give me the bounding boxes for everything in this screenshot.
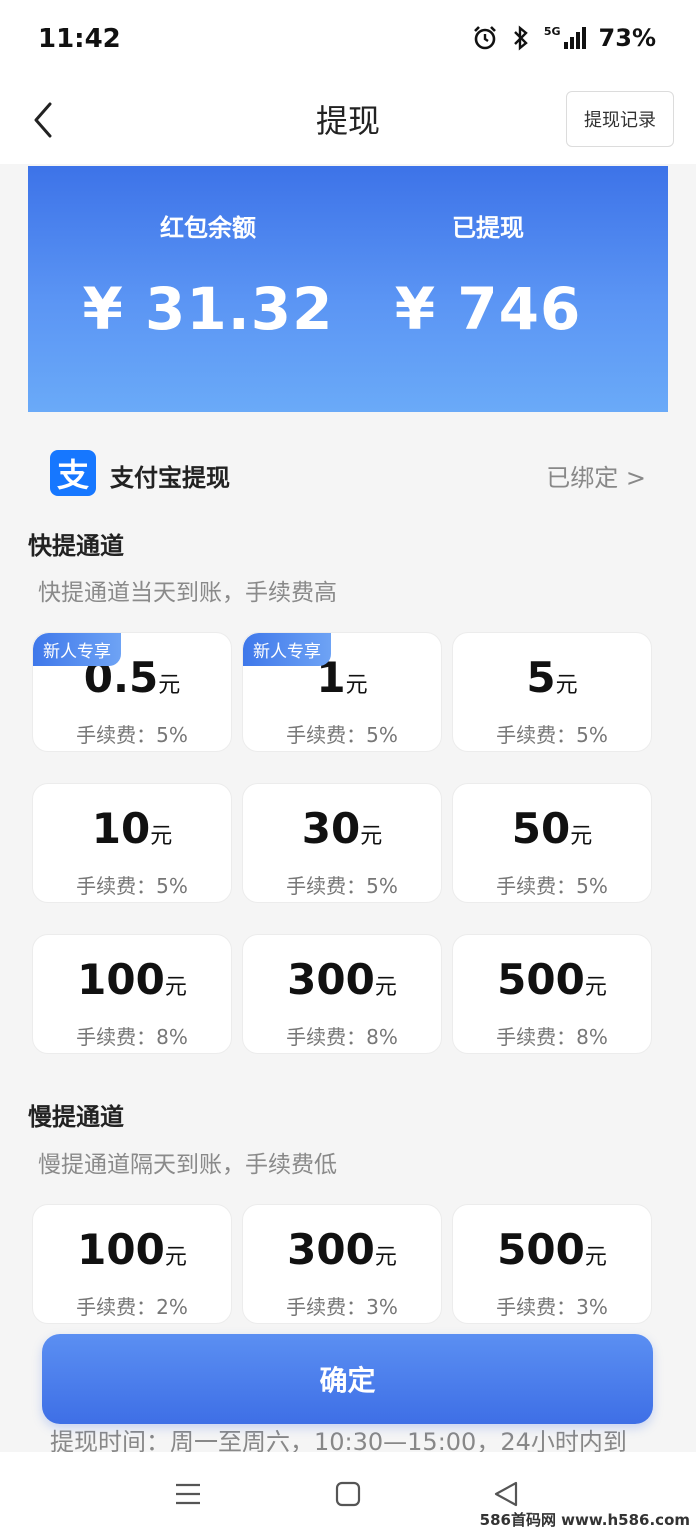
- amount-value: 100: [77, 955, 165, 1004]
- amount-option-card[interactable]: 100元 手续费：8%: [32, 934, 232, 1054]
- fee-text: 手续费：8%: [496, 1025, 608, 1049]
- system-nav-bar: 586首码网 www.h586.com: [0, 1452, 696, 1536]
- fast-channel-subtitle: 快提通道当天到账，手续费高: [38, 580, 337, 606]
- amount-line: 300元: [243, 955, 441, 1004]
- amount-unit: 元: [374, 1245, 397, 1270]
- watermark-text: 586首码网 www.h586.com: [479, 1511, 690, 1529]
- new-user-badge: 新人专享: [33, 633, 121, 666]
- amount-unit: 元: [158, 673, 181, 698]
- amount-unit: 元: [345, 673, 368, 698]
- fee-text: 手续费：5%: [496, 723, 608, 747]
- withdrawn-value: ¥ 746: [394, 275, 582, 343]
- menu-icon[interactable]: [174, 1480, 202, 1512]
- signal-icon: 5G: [544, 26, 587, 50]
- fee-text: 手续费：3%: [496, 1295, 608, 1319]
- fee-text: 手续费：5%: [496, 874, 608, 898]
- fee-text: 手续费：8%: [76, 1025, 188, 1049]
- bluetooth-icon: [510, 25, 532, 51]
- amount-unit: 元: [374, 975, 397, 1000]
- amount-unit: 元: [570, 824, 593, 849]
- fast-channel-title: 快提通道: [28, 532, 124, 560]
- fee-text: 手续费：5%: [286, 874, 398, 898]
- amount-line: 500元: [453, 955, 651, 1004]
- amount-option-card[interactable]: 100元 手续费：2%: [32, 1204, 232, 1324]
- status-time: 11:42: [38, 24, 121, 54]
- bound-status-link[interactable]: 已绑定 >: [546, 458, 646, 493]
- battery-percent: 73%: [598, 24, 656, 52]
- amount-line: 500元: [453, 1225, 651, 1274]
- withdraw-record-button[interactable]: 提现记录: [566, 91, 674, 147]
- home-icon[interactable]: [334, 1480, 362, 1512]
- amount-option-card[interactable]: 50元 手续费：5%: [452, 783, 652, 903]
- nav-bar: 提现 提现记录: [0, 80, 696, 164]
- slow-amount-grid: 100元 手续费：2% 300元 手续费：3% 500元 手续费：3%: [32, 1204, 653, 1324]
- withdrawn-total: 已提现 ¥ 746: [338, 208, 638, 343]
- amount-unit: 元: [150, 824, 173, 849]
- amount-unit: 元: [164, 1245, 187, 1270]
- amount-value: 500: [497, 955, 585, 1004]
- back-triangle-icon[interactable]: [492, 1480, 520, 1512]
- amount-unit: 元: [584, 975, 607, 1000]
- alipay-icon: 支: [50, 450, 96, 496]
- amount-value: 500: [497, 1225, 585, 1274]
- alipay-label: 支付宝提现: [110, 464, 230, 492]
- fee-text: 手续费：5%: [76, 723, 188, 747]
- amount-option-card[interactable]: 300元 手续费：3%: [242, 1204, 442, 1324]
- amount-value: 100: [77, 1225, 165, 1274]
- slow-channel-title: 慢提通道: [28, 1103, 124, 1131]
- red-packet-balance: 红包余额 ¥ 31.32: [48, 208, 368, 343]
- amount-unit: 元: [360, 824, 383, 849]
- fast-amount-grid: 0.5元 手续费：5% 新人专享 1元 手续费：5% 新人专享 5元 手续费：5…: [32, 632, 653, 1054]
- amount-unit: 元: [164, 975, 187, 1000]
- alarm-icon: [472, 25, 498, 51]
- amount-line: 50元: [453, 804, 651, 853]
- amount-value: 10: [91, 804, 151, 853]
- balance-banner: 红包余额 ¥ 31.32 已提现 ¥ 746: [28, 166, 668, 412]
- amount-line: 100元: [33, 955, 231, 1004]
- amount-option-card[interactable]: 30元 手续费：5%: [242, 783, 442, 903]
- amount-line: 10元: [33, 804, 231, 853]
- amount-option-card[interactable]: 500元 手续费：3%: [452, 1204, 652, 1324]
- amount-value: 300: [287, 1225, 375, 1274]
- amount-option-card[interactable]: 1元 手续费：5% 新人专享: [242, 632, 442, 752]
- amount-option-card[interactable]: 300元 手续费：8%: [242, 934, 442, 1054]
- withdrawn-label: 已提现: [452, 214, 524, 242]
- amount-value: 30: [301, 804, 361, 853]
- balance-label: 红包余额: [160, 214, 256, 242]
- fee-text: 手续费：2%: [76, 1295, 188, 1319]
- amount-line: 5元: [453, 653, 651, 702]
- amount-option-card[interactable]: 5元 手续费：5%: [452, 632, 652, 752]
- fee-text: 手续费：5%: [76, 874, 188, 898]
- confirm-button[interactable]: 确定: [42, 1334, 653, 1424]
- amount-option-card[interactable]: 0.5元 手续费：5% 新人专享: [32, 632, 232, 752]
- amount-value: 5: [526, 653, 556, 702]
- slow-channel-subtitle: 慢提通道隔天到账，手续费低: [38, 1152, 337, 1178]
- status-icons: 5G 73%: [472, 24, 656, 52]
- new-user-badge: 新人专享: [243, 633, 331, 666]
- fee-text: 手续费：8%: [286, 1025, 398, 1049]
- amount-unit: 元: [584, 1245, 607, 1270]
- amount-unit: 元: [555, 673, 578, 698]
- balance-value: ¥ 31.32: [82, 275, 334, 343]
- amount-value: 300: [287, 955, 375, 1004]
- alipay-row[interactable]: 支 支付宝提现 已绑定 >: [50, 448, 650, 498]
- amount-option-card[interactable]: 10元 手续费：5%: [32, 783, 232, 903]
- status-bar: 11:42 5G 73%: [0, 0, 696, 80]
- amount-line: 30元: [243, 804, 441, 853]
- amount-value: 50: [511, 804, 571, 853]
- network-type: 5G: [543, 25, 561, 38]
- fee-text: 手续费：5%: [286, 723, 398, 747]
- amount-line: 100元: [33, 1225, 231, 1274]
- amount-option-card[interactable]: 500元 手续费：8%: [452, 934, 652, 1054]
- amount-line: 300元: [243, 1225, 441, 1274]
- fee-text: 手续费：3%: [286, 1295, 398, 1319]
